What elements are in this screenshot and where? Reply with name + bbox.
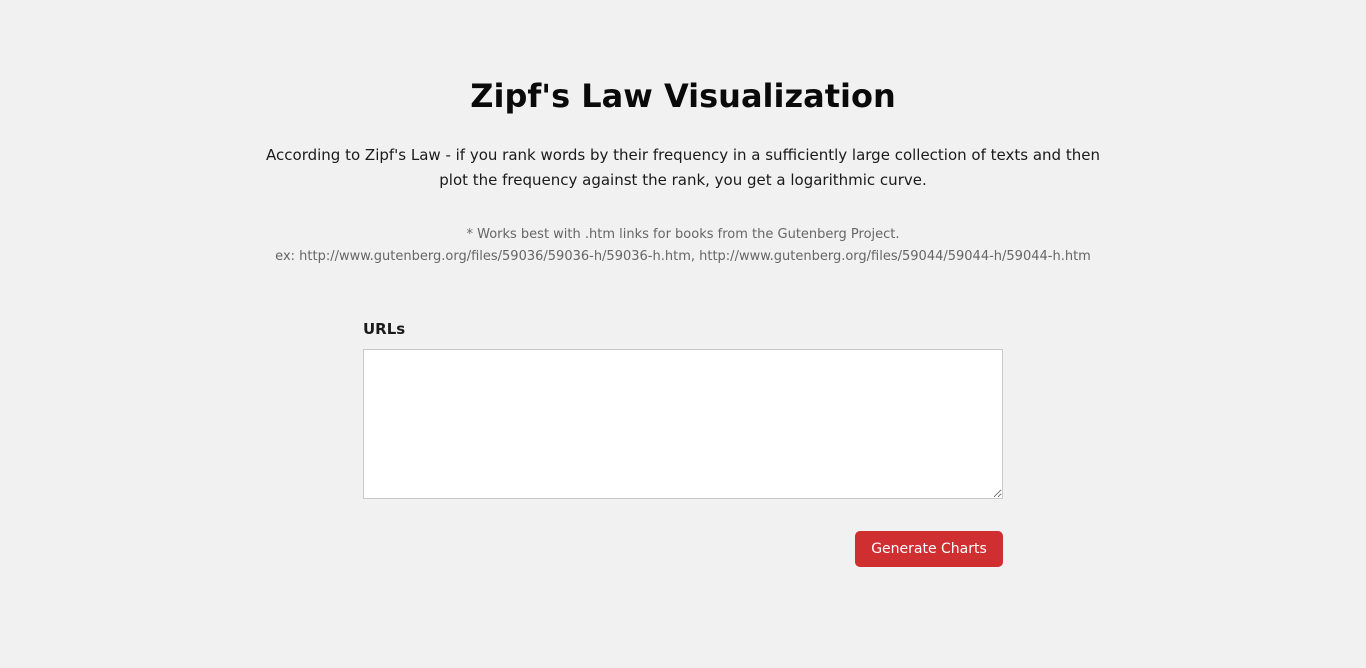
page-title: Zipf's Law Visualization	[470, 77, 896, 115]
usage-note-line-1: * Works best with .htm links for books f…	[466, 227, 900, 242]
intro-text: According to Zipf's Law - if you rank wo…	[266, 146, 1100, 189]
page: Zipf's Law Visualization According to Zi…	[0, 0, 1366, 668]
usage-note: * Works best with .htm links for books f…	[183, 224, 1183, 268]
usage-note-examples: ex: http://www.gutenberg.org/files/59036…	[275, 249, 1091, 264]
urls-label: URLs	[363, 320, 406, 338]
urls-textarea[interactable]	[363, 349, 1003, 499]
generate-charts-button[interactable]: Generate Charts	[855, 531, 1003, 567]
